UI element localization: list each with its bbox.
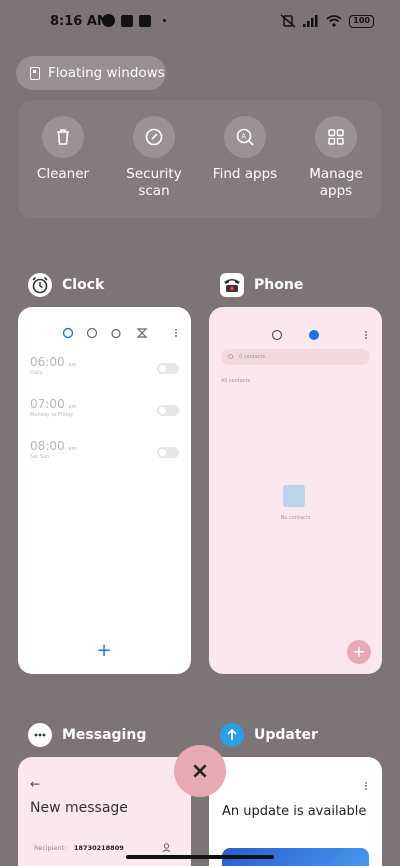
alarm-time: 07:00 bbox=[30, 397, 65, 411]
updater-app-card[interactable]: An update is available bbox=[209, 757, 382, 866]
alarm-time: 08:00 bbox=[30, 439, 65, 453]
recipient-label: Recipient: bbox=[34, 844, 67, 852]
update-arrow-icon bbox=[220, 723, 244, 747]
add-alarm-button[interactable]: + bbox=[94, 641, 114, 661]
system-icons: 100 bbox=[280, 14, 374, 28]
phone-app-card[interactable]: 0 contacts All contacts No contacts + bbox=[209, 307, 382, 674]
alarm-repeat: Monday to Friday bbox=[30, 412, 74, 418]
manage-apps-button[interactable]: Manage apps bbox=[291, 116, 381, 200]
alarm-toggle[interactable] bbox=[157, 405, 179, 416]
alarm-toggle[interactable] bbox=[157, 363, 179, 374]
phone-tab-icons bbox=[271, 329, 367, 341]
contact-picker-icon[interactable] bbox=[162, 843, 171, 853]
find-apps-label: Find apps bbox=[212, 166, 278, 182]
cleaner-label: Cleaner bbox=[36, 166, 90, 182]
new-message-title: New message bbox=[30, 800, 128, 816]
floating-window-icon bbox=[30, 66, 40, 80]
phone-app-header: Phone bbox=[220, 273, 303, 297]
clock-tab-icons bbox=[62, 327, 177, 339]
app-search-icon: A bbox=[224, 116, 266, 158]
battery-icon: 100 bbox=[349, 14, 374, 28]
shield-check-icon bbox=[133, 116, 175, 158]
empty-contacts-icon bbox=[283, 485, 305, 507]
updater-app-header: Updater bbox=[220, 723, 318, 747]
alarm-toggle[interactable] bbox=[157, 447, 179, 458]
alarm-ampm: am bbox=[68, 446, 77, 452]
find-apps-button[interactable]: A Find apps bbox=[200, 116, 290, 183]
manage-label-2: apps bbox=[319, 183, 353, 199]
alarm-ampm: am bbox=[68, 362, 77, 368]
status-time: 8:16 AM bbox=[50, 14, 110, 29]
grid-icon bbox=[315, 116, 357, 158]
chat-bubble-icon bbox=[28, 723, 52, 747]
more-options-icon[interactable] bbox=[364, 781, 368, 791]
floating-windows-label: Floating windows bbox=[48, 65, 165, 81]
updater-app-name: Updater bbox=[254, 727, 318, 743]
manage-label-1: Manage bbox=[309, 166, 363, 182]
messaging-app-header: Messaging bbox=[28, 723, 146, 747]
telephone-icon bbox=[220, 273, 244, 297]
notification-app-icon bbox=[102, 14, 115, 27]
trash-icon bbox=[42, 116, 84, 158]
security-label-2: scan bbox=[138, 183, 170, 199]
vibrate-off-icon bbox=[280, 14, 296, 28]
alarm-clock-icon bbox=[28, 273, 52, 297]
alarm-time: 06:00 bbox=[30, 355, 65, 369]
close-all-button[interactable]: × bbox=[174, 745, 226, 797]
empty-contacts-text: No contacts bbox=[280, 515, 311, 521]
add-contact-button[interactable]: + bbox=[347, 640, 371, 664]
alarm-repeat: Sat Sun bbox=[30, 454, 50, 460]
alarm-row[interactable]: 06:00 am Daily bbox=[30, 355, 76, 376]
security-scan-button[interactable]: Security scan bbox=[109, 116, 199, 200]
contacts-filter[interactable]: All contacts bbox=[221, 378, 250, 384]
search-icon bbox=[228, 354, 233, 359]
svg-text:A: A bbox=[241, 133, 246, 141]
messaging-app-card[interactable]: ← New message Recipient: 18730218809 bbox=[18, 757, 191, 866]
security-label-1: Security bbox=[126, 166, 182, 182]
notification-icons bbox=[102, 14, 166, 27]
search-placeholder: 0 contacts bbox=[239, 354, 266, 360]
back-arrow-icon[interactable]: ← bbox=[30, 777, 40, 791]
notification-square-icon bbox=[121, 14, 133, 27]
clock-app-card[interactable]: 06:00 am Daily 07:00 am Monday to Friday… bbox=[18, 307, 191, 674]
alarm-ampm: am bbox=[68, 404, 77, 410]
phone-app-name: Phone bbox=[254, 277, 304, 293]
contacts-search-input[interactable]: 0 contacts bbox=[221, 349, 370, 365]
recipient-value[interactable]: 18730218809 bbox=[74, 844, 124, 852]
more-notifications-icon bbox=[163, 19, 166, 22]
clock-app-name: Clock bbox=[62, 277, 105, 293]
update-headline: An update is available bbox=[222, 804, 367, 819]
quick-actions-panel: Cleaner Security scan A Find apps Manage… bbox=[18, 100, 382, 218]
floating-windows-button[interactable]: Floating windows bbox=[16, 56, 166, 90]
wifi-icon bbox=[326, 15, 342, 27]
notification-upload-icon bbox=[139, 14, 151, 27]
alarm-row[interactable]: 07:00 am Monday to Friday bbox=[30, 397, 76, 418]
signal-icon bbox=[303, 15, 318, 27]
status-bar: 8:16 AM 100 bbox=[0, 0, 400, 44]
messaging-app-name: Messaging bbox=[62, 727, 147, 743]
home-indicator[interactable] bbox=[126, 855, 274, 859]
clock-app-header: Clock bbox=[28, 273, 104, 297]
alarm-repeat: Daily bbox=[30, 370, 43, 376]
cleaner-button[interactable]: Cleaner bbox=[18, 116, 108, 183]
alarm-row[interactable]: 08:00 am Sat Sun bbox=[30, 439, 76, 460]
